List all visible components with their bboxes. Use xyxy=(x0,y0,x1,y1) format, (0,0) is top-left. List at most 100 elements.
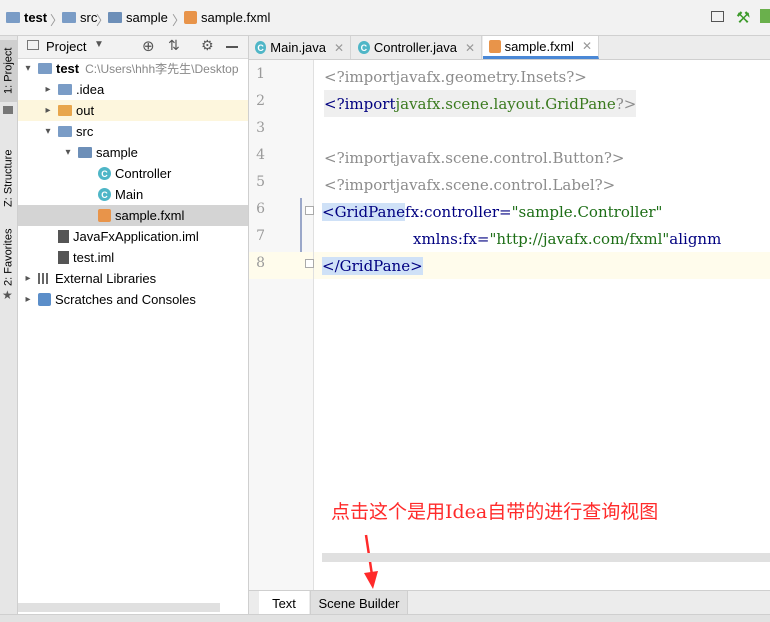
editor-tab-bar: C Main.java ✕ C Controller.java ✕ sample… xyxy=(249,36,770,60)
close-icon[interactable]: ✕ xyxy=(582,39,592,53)
tree-item[interactable]: sample.fxml xyxy=(18,205,248,226)
tree-item[interactable]: ▾ test C:\Users\hhh李先生\Desktop xyxy=(18,58,248,79)
chevron-down-icon[interactable]: ▾ xyxy=(22,63,34,74)
close-icon[interactable]: ✕ xyxy=(465,41,475,55)
project-view-icon xyxy=(27,40,39,50)
tree-item-label: sample.fxml xyxy=(115,208,185,223)
project-panel-header: Project ▼ ⊕ ⇅ ⚙ xyxy=(18,36,248,59)
tree-item-path: C:\Users\hhh李先生\Desktop xyxy=(85,62,239,76)
line-number: 3 xyxy=(256,120,265,136)
tree-item[interactable]: test.iml xyxy=(18,247,248,268)
chevron-right-icon[interactable]: ▸ xyxy=(22,294,34,305)
class-icon: C xyxy=(358,41,370,54)
chevron-right-icon[interactable]: ▸ xyxy=(22,273,34,284)
tree-item[interactable]: ▸ Scratches and Consoles xyxy=(18,289,248,310)
code-line-4: <? import javafx.scene.control.Button ?> xyxy=(324,148,625,167)
class-icon: C xyxy=(98,188,111,201)
run-config-icon[interactable] xyxy=(711,11,724,22)
chevron-down-icon[interactable]: ▾ xyxy=(62,147,74,158)
structure-tool-tab[interactable]: Z: Structure xyxy=(0,128,17,228)
tree-item[interactable]: ▾ sample xyxy=(18,142,248,163)
project-icon xyxy=(3,106,13,114)
project-tool-tab[interactable]: 1: Project xyxy=(0,40,17,102)
favorites-tool-tab[interactable]: 2: Favorites xyxy=(0,226,17,288)
tree-item[interactable]: ▸ out xyxy=(18,100,248,121)
line-number: 8 xyxy=(256,255,265,271)
close-icon[interactable]: ✕ xyxy=(334,41,344,55)
line-number: 6 xyxy=(256,201,265,217)
code-line-6: <GridPane fx:controller= "sample.Controll… xyxy=(322,202,663,221)
gear-icon[interactable]: ⚙ xyxy=(201,37,214,54)
code-line-2: <? import javafx.scene.layout.GridPane ?> xyxy=(324,90,637,117)
class-icon: C xyxy=(255,41,267,54)
folder-icon xyxy=(58,84,72,95)
folder-icon xyxy=(58,126,72,137)
project-panel: Project ▼ ⊕ ⇅ ⚙ ▾ test C:\Users\hhh李先生\Des… xyxy=(18,36,249,621)
tree-item-label: JavaFxApplication.iml xyxy=(73,229,199,244)
fxml-icon xyxy=(489,39,501,53)
fxml-icon xyxy=(184,11,197,24)
tab-sample-fxml[interactable]: sample.fxml ✕ xyxy=(483,36,599,59)
tree-item[interactable]: ▾ src xyxy=(18,121,248,142)
line-number-gutter: 1 2 3 4 5 6 7 8 xyxy=(249,60,314,590)
tree-item-label: src xyxy=(76,124,94,139)
tab-scene-builder[interactable]: Scene Builder xyxy=(310,591,408,615)
code-line-1: <? import javafx.geometry.Insets ?> xyxy=(324,67,587,86)
change-marker xyxy=(300,198,302,252)
tree-item-label: Scratches and Consoles xyxy=(55,292,196,307)
line-number: 5 xyxy=(256,174,265,190)
folder-icon xyxy=(38,63,52,74)
scratch-icon xyxy=(38,293,51,306)
tree-item-label: Main xyxy=(115,187,144,202)
project-view-selector[interactable]: Project xyxy=(46,39,86,54)
tree-item[interactable]: ▸ .idea xyxy=(18,79,248,100)
annotation-text: 点击这个是用Idea自带的进行查询视图 xyxy=(331,501,659,523)
tab-main-java[interactable]: C Main.java ✕ xyxy=(249,36,351,59)
editor-horizontal-scrollbar[interactable] xyxy=(322,553,770,562)
library-icon xyxy=(38,273,51,284)
breadcrumb-src[interactable]: src xyxy=(62,10,97,25)
annotation-arrow-icon xyxy=(364,534,378,589)
package-icon xyxy=(78,147,92,158)
minimize-icon[interactable] xyxy=(226,46,238,48)
run-icon[interactable] xyxy=(760,9,770,23)
breadcrumb-sample-fxml[interactable]: sample.fxml xyxy=(184,10,270,25)
chevron-right-icon[interactable]: ▸ xyxy=(42,84,54,95)
breadcrumb-test[interactable]: test xyxy=(6,10,47,25)
tree-item-label: .idea xyxy=(76,82,105,97)
tree-item-label: test.iml xyxy=(73,250,115,265)
editor-mode-tabs: Text Scene Builder xyxy=(249,590,770,615)
tree-item-label: out xyxy=(76,103,95,118)
tree-item-label: sample xyxy=(96,145,138,160)
chevron-down-icon[interactable]: ▼ xyxy=(94,39,104,50)
tree-item[interactable]: C Controller xyxy=(18,163,248,184)
tree-item-label: Controller xyxy=(115,166,172,181)
code-line-5: <? import javafx.scene.control.Label ?> xyxy=(324,175,616,194)
folder-icon xyxy=(6,12,20,23)
fold-marker-icon[interactable] xyxy=(305,259,314,268)
chevron-right-icon[interactable]: ▸ xyxy=(42,105,54,116)
tab-controller-java[interactable]: C Controller.java ✕ xyxy=(352,36,482,59)
file-icon xyxy=(58,230,69,243)
locate-target-icon[interactable]: ⊕ xyxy=(142,37,155,55)
chevron-down-icon[interactable]: ▾ xyxy=(42,126,54,137)
fold-marker-icon[interactable] xyxy=(305,206,314,215)
class-icon: C xyxy=(98,167,111,180)
package-icon xyxy=(108,12,122,23)
tree-item-label: test xyxy=(56,61,80,76)
tree-item-label: External Libraries xyxy=(55,271,157,286)
line-number: 2 xyxy=(256,93,265,109)
code-line-8: </GridPane> xyxy=(322,256,423,275)
horizontal-scrollbar[interactable] xyxy=(18,603,220,612)
tab-text[interactable]: Text xyxy=(259,591,309,615)
line-number: 7 xyxy=(256,228,265,244)
folder-icon xyxy=(58,105,72,116)
line-number: 1 xyxy=(256,66,265,82)
line-number: 4 xyxy=(256,147,265,163)
tree-item[interactable]: C Main xyxy=(18,184,248,205)
build-hammer-icon[interactable]: ⚒ xyxy=(736,8,750,28)
tree-item[interactable]: JavaFxApplication.iml xyxy=(18,226,248,247)
tree-item[interactable]: ▸ External Libraries xyxy=(18,268,248,289)
breadcrumb-sample[interactable]: sample xyxy=(108,10,168,25)
collapse-all-icon[interactable]: ⇅ xyxy=(168,37,180,54)
